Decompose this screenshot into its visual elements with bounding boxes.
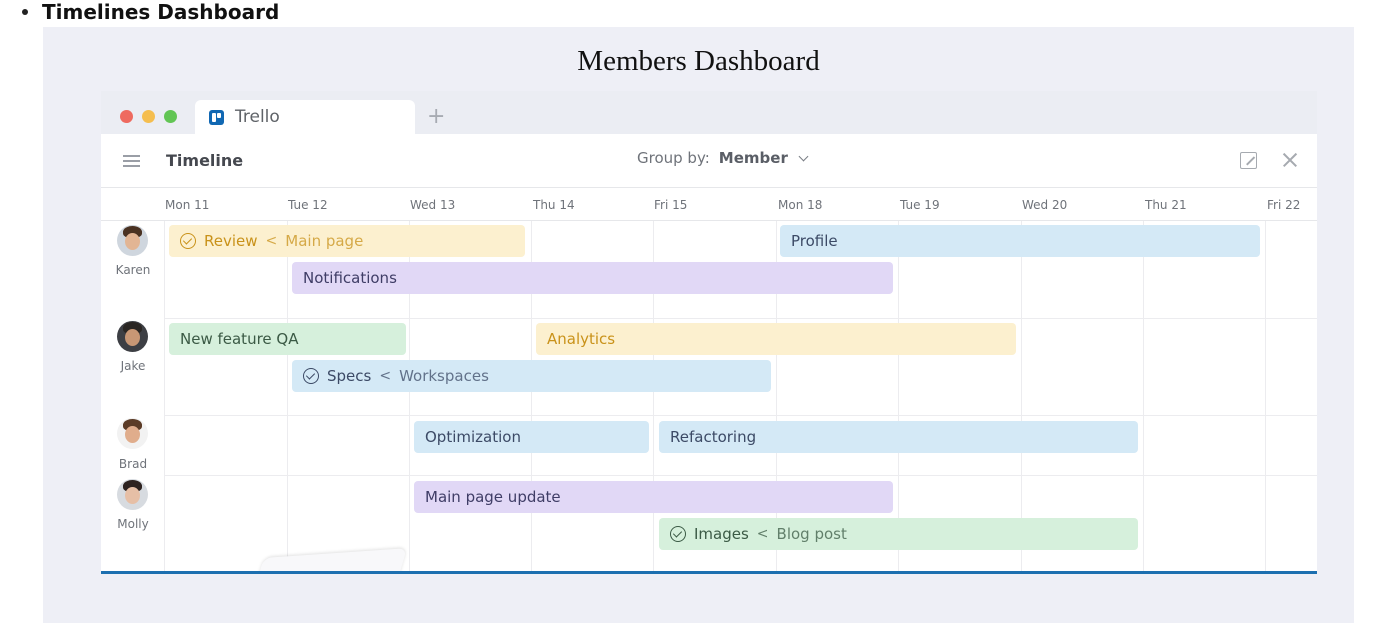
task-label: Specs: [327, 367, 372, 385]
grid-line: [1265, 221, 1266, 574]
task-bar-new-feature-qa[interactable]: New feature QA: [169, 323, 406, 355]
member-name: Jake: [120, 359, 146, 373]
date-label: Tue 12: [288, 198, 328, 212]
check-circle-icon: [303, 368, 319, 384]
member-name: Brad: [118, 457, 148, 471]
task-label: Refactoring: [670, 428, 757, 446]
row-divider: [165, 415, 1317, 416]
date-header: Mon 11 Tue 12 Wed 13 Thu 14 Fri 15 Mon 1…: [101, 188, 1317, 221]
trello-icon: [209, 109, 224, 125]
avatar-karen[interactable]: [117, 225, 148, 256]
section-heading-text: Timelines Dashboard: [42, 0, 280, 24]
row-divider: [165, 475, 1317, 476]
window-close-dot[interactable]: [120, 110, 133, 123]
date-label: Tue 19: [900, 198, 940, 212]
window-minimize-dot[interactable]: [142, 110, 155, 123]
task-label: Images: [694, 525, 749, 543]
member-name: Molly: [117, 517, 149, 531]
task-bar-optimization[interactable]: Optimization: [414, 421, 649, 453]
date-label: Fri 15: [654, 198, 688, 212]
close-icon[interactable]: [1281, 151, 1299, 169]
group-by-label: Group by:: [637, 149, 710, 167]
task-label: Main page update: [425, 488, 561, 506]
window-maximize-dot[interactable]: [164, 110, 177, 123]
date-label: Thu 14: [533, 198, 575, 212]
app-window: Trello + Timeline Group by: Member Mon 1…: [101, 91, 1317, 574]
date-label: Mon 18: [778, 198, 823, 212]
tab-label: Trello: [235, 107, 280, 127]
avatar-jake[interactable]: [117, 321, 148, 352]
task-bar-main-page-update[interactable]: Main page update: [414, 481, 893, 513]
task-label: Review: [204, 232, 258, 250]
external-link-icon[interactable]: [1240, 152, 1257, 169]
task-label: Profile: [791, 232, 838, 250]
panel-title: Members Dashboard: [577, 45, 820, 77]
check-circle-icon: [670, 526, 686, 542]
view-title: Timeline: [166, 151, 244, 170]
member-name: Karen: [115, 263, 151, 277]
task-bar-profile[interactable]: Profile: [780, 225, 1260, 257]
task-parent: Blog post: [776, 525, 847, 543]
task-label: Notifications: [303, 269, 397, 287]
task-parent: Workspaces: [399, 367, 489, 385]
breadcrumb-separator: <: [265, 233, 278, 249]
date-label: Wed 13: [410, 198, 456, 212]
grid-line: [287, 221, 288, 574]
task-bar-notifications[interactable]: Notifications: [292, 262, 893, 294]
task-label: Analytics: [547, 330, 616, 348]
task-bar-images[interactable]: Images < Blog post: [659, 518, 1138, 550]
task-label: New feature QA: [180, 330, 299, 348]
avatar-brad[interactable]: [117, 418, 148, 449]
timeline-toolbar: Timeline Group by: Member: [101, 134, 1317, 188]
browser-tab-bar: Trello +: [101, 91, 1317, 134]
date-label: Wed 20: [1022, 198, 1068, 212]
task-bar-refactoring[interactable]: Refactoring: [659, 421, 1138, 453]
menu-icon[interactable]: [123, 155, 140, 167]
row-divider: [165, 318, 1317, 319]
bullet-dot: [22, 9, 28, 15]
task-bar-specs[interactable]: Specs < Workspaces: [292, 360, 771, 392]
date-label: Mon 11: [165, 198, 210, 212]
section-heading: Timelines Dashboard: [22, 0, 279, 24]
date-label: Thu 21: [1145, 198, 1187, 212]
window-bottom-border: [101, 571, 1317, 574]
new-tab-button[interactable]: +: [427, 104, 445, 130]
date-label: Fri 22: [1267, 198, 1301, 212]
breadcrumb-separator: <: [756, 526, 769, 542]
task-parent: Main page: [285, 232, 364, 250]
task-bar-review[interactable]: Review < Main page: [169, 225, 525, 257]
avatar-molly[interactable]: [117, 479, 148, 510]
group-by-value: Member: [718, 149, 788, 167]
dashboard-panel: Members Dashboard Trello + Timeline Grou…: [43, 27, 1354, 623]
task-bar-analytics[interactable]: Analytics: [536, 323, 1016, 355]
task-label: Optimization: [425, 428, 521, 446]
group-by-dropdown[interactable]: Group by: Member: [637, 149, 809, 167]
browser-tab-trello[interactable]: Trello: [195, 100, 415, 134]
check-circle-icon: [180, 233, 196, 249]
breadcrumb-separator: <: [379, 368, 392, 384]
grid-line: [1143, 221, 1144, 574]
chevron-down-icon: [798, 151, 809, 161]
